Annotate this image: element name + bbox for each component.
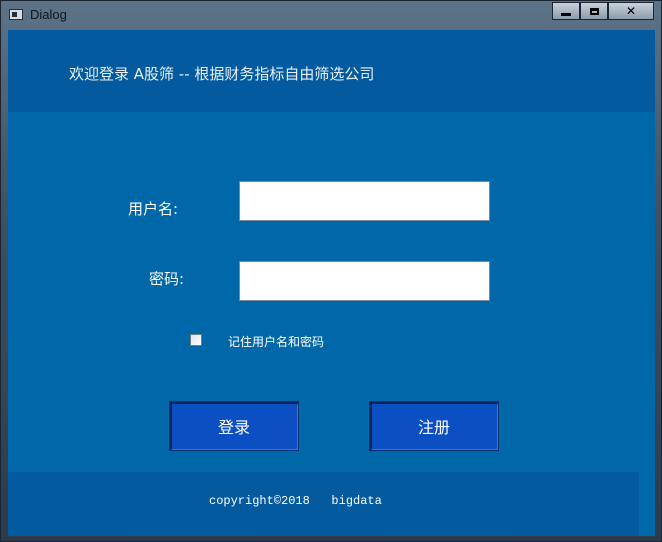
title-bar[interactable]: Dialog ✕ [1,1,661,29]
dialog-client-area: 欢迎登录 A股筛 -- 根据财务指标自由筛选公司 用户名: 密码: 记住用户名和… [8,30,655,536]
register-button[interactable]: 注册 [369,401,499,451]
app-window-icon [9,9,23,20]
close-icon: ✕ [625,4,637,18]
close-button[interactable]: ✕ [608,2,654,20]
window-title: Dialog [30,7,67,22]
minimize-button[interactable] [552,2,580,20]
remember-checkbox-label: 记住用户名和密码 [228,335,325,349]
maximize-button[interactable] [580,2,608,20]
register-button-label: 注册 [417,418,450,437]
maximize-icon [589,7,599,15]
username-label: 用户名: [128,200,179,218]
footer-banner: copyright©2018 bigdata [8,472,639,536]
copyright-text: copyright©2018 bigdata [209,494,382,508]
window-controls: ✕ [552,2,654,22]
minimize-icon [561,12,571,16]
header-title: 欢迎登录 A股筛 -- 根据财务指标自由筛选公司 [69,65,375,83]
remember-checkbox[interactable] [190,334,202,346]
password-input[interactable] [239,261,490,301]
password-label: 密码: [149,270,185,288]
login-button[interactable]: 登录 [169,401,299,451]
login-button-label: 登录 [217,418,250,437]
username-input[interactable] [239,181,490,221]
header-banner: 欢迎登录 A股筛 -- 根据财务指标自由筛选公司 [8,30,655,112]
dialog-window: Dialog ✕ 欢迎登录 A股筛 -- 根据财务指标自由筛选公司 用户名: 密… [0,0,662,542]
